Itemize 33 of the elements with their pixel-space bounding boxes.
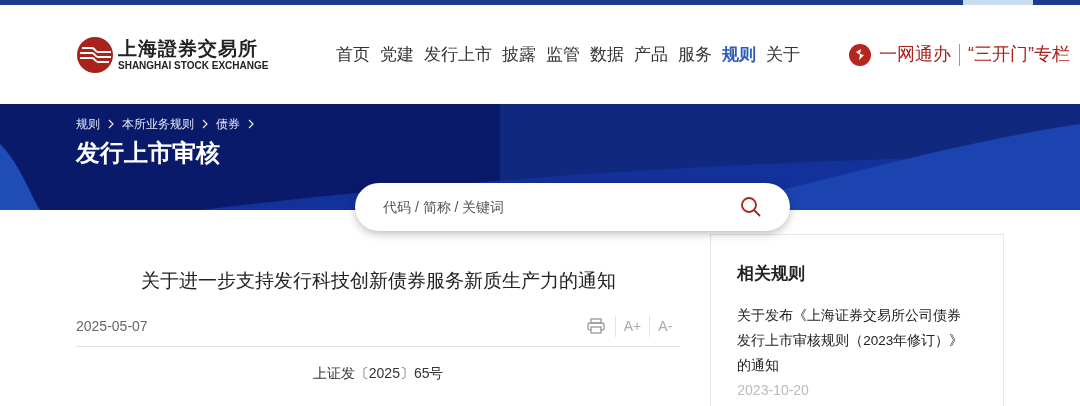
chevron-icon [248,119,254,129]
quick-link[interactable]: 一网通办 [879,41,951,68]
page-title: 发行上市审核 [76,138,221,168]
logo-subtitle: SHANGHAI STOCK EXCHANGE [118,60,269,71]
chevron-icon [202,119,208,129]
breadcrumb-link[interactable]: 本所业务规则 [122,115,194,133]
nav-link[interactable]: 规则 [722,41,756,68]
article-title: 关于进一步支持发行科技创新债券服务新质生产力的通知 [139,269,617,293]
related-date: 2023-10-20 [737,380,810,400]
nav-link[interactable]: 数据 [590,41,624,68]
nav-link[interactable]: 监管 [546,41,580,68]
print-icon[interactable] [586,318,605,334]
article-date: 2025-05-07 [76,316,148,336]
search-icon[interactable] [740,196,762,218]
nav-link[interactable]: 披露 [502,41,536,68]
quick-link[interactable]: “三开门”专栏 [968,41,1070,68]
related-heading: 相关规则 [737,263,807,285]
nav-link[interactable]: 党建 [380,41,414,68]
search-field[interactable]: 代码 / 简称 / 关键词 [383,196,740,218]
chevron-icon [108,119,114,129]
nav-link[interactable]: 关于 [766,41,800,68]
nav-link[interactable]: 产品 [634,41,668,68]
search-bar[interactable]: 代码 / 简称 / 关键词 [355,183,790,231]
logo-icon [76,35,114,74]
logo-name: 上海證券交易所 [118,38,259,58]
document-number: 上证发〔2025〕65号 [311,363,445,383]
nav-link[interactable]: 首页 [336,41,370,68]
related-link[interactable]: 关于发布《上海证券交易所公司债券发行上市审核规则（2023年修订）》的通知 [737,302,969,378]
nav-link[interactable]: 发行上市 [424,41,492,68]
breadcrumb-link[interactable]: 债券 [216,115,240,133]
nav-link[interactable]: 服务 [678,41,712,68]
breadcrumb-link[interactable]: 规则 [76,115,100,133]
service-logo-icon [849,43,871,66]
